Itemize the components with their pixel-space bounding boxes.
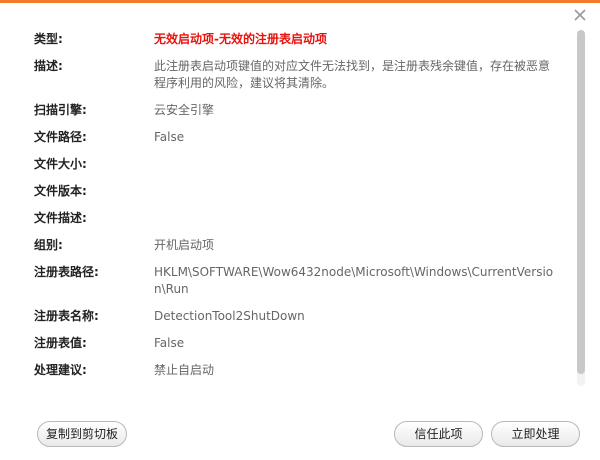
fix-now-button[interactable]: 立即处理 xyxy=(491,421,580,447)
suggestion-label: 处理建议: xyxy=(34,363,87,377)
type-value: 无效启动项-无效的注册表启动项 xyxy=(154,32,327,46)
detail-dialog: 类型: 无效启动项-无效的注册表启动项 描述: 此注册表启动项键值的对应文件无法… xyxy=(0,0,600,460)
file-version-label: 文件版本: xyxy=(34,184,87,198)
engine-label: 扫描引擎: xyxy=(34,103,87,117)
group-label: 组别: xyxy=(34,238,63,252)
file-path-label: 文件路径: xyxy=(34,130,87,144)
registry-path-value: HKLM\SOFTWARE\Wow6432node\Microsoft\Wind… xyxy=(154,265,554,296)
description-value: 此注册表启动项键值的对应文件无法找到，是注册表残余键值，存在被恶意程序利用的风险… xyxy=(154,59,551,90)
copy-to-clipboard-button[interactable]: 复制到剪切板 xyxy=(37,421,127,447)
file-path-value: False xyxy=(154,130,185,144)
file-size-label: 文件大小: xyxy=(34,157,87,171)
suggestion-value: 禁止自启动 xyxy=(154,363,215,377)
registry-value-value: False xyxy=(154,336,185,350)
registry-value-label: 注册表值: xyxy=(34,336,87,350)
detail-content: 类型: 无效启动项-无效的注册表启动项 描述: 此注册表启动项键值的对应文件无法… xyxy=(0,0,575,395)
trust-item-button[interactable]: 信任此项 xyxy=(394,421,483,447)
group-value: 开机启动项 xyxy=(154,238,215,252)
engine-value: 云安全引擎 xyxy=(154,103,215,117)
scrollbar-thumb[interactable] xyxy=(577,30,585,374)
registry-name-value: DetectionTool2ShutDown xyxy=(154,309,305,323)
description-label: 描述: xyxy=(34,59,63,73)
registry-name-label: 注册表名称: xyxy=(34,309,99,323)
type-label: 类型: xyxy=(34,32,63,46)
file-description-label: 文件描述: xyxy=(34,211,87,225)
registry-path-label: 注册表路径: xyxy=(34,265,99,279)
